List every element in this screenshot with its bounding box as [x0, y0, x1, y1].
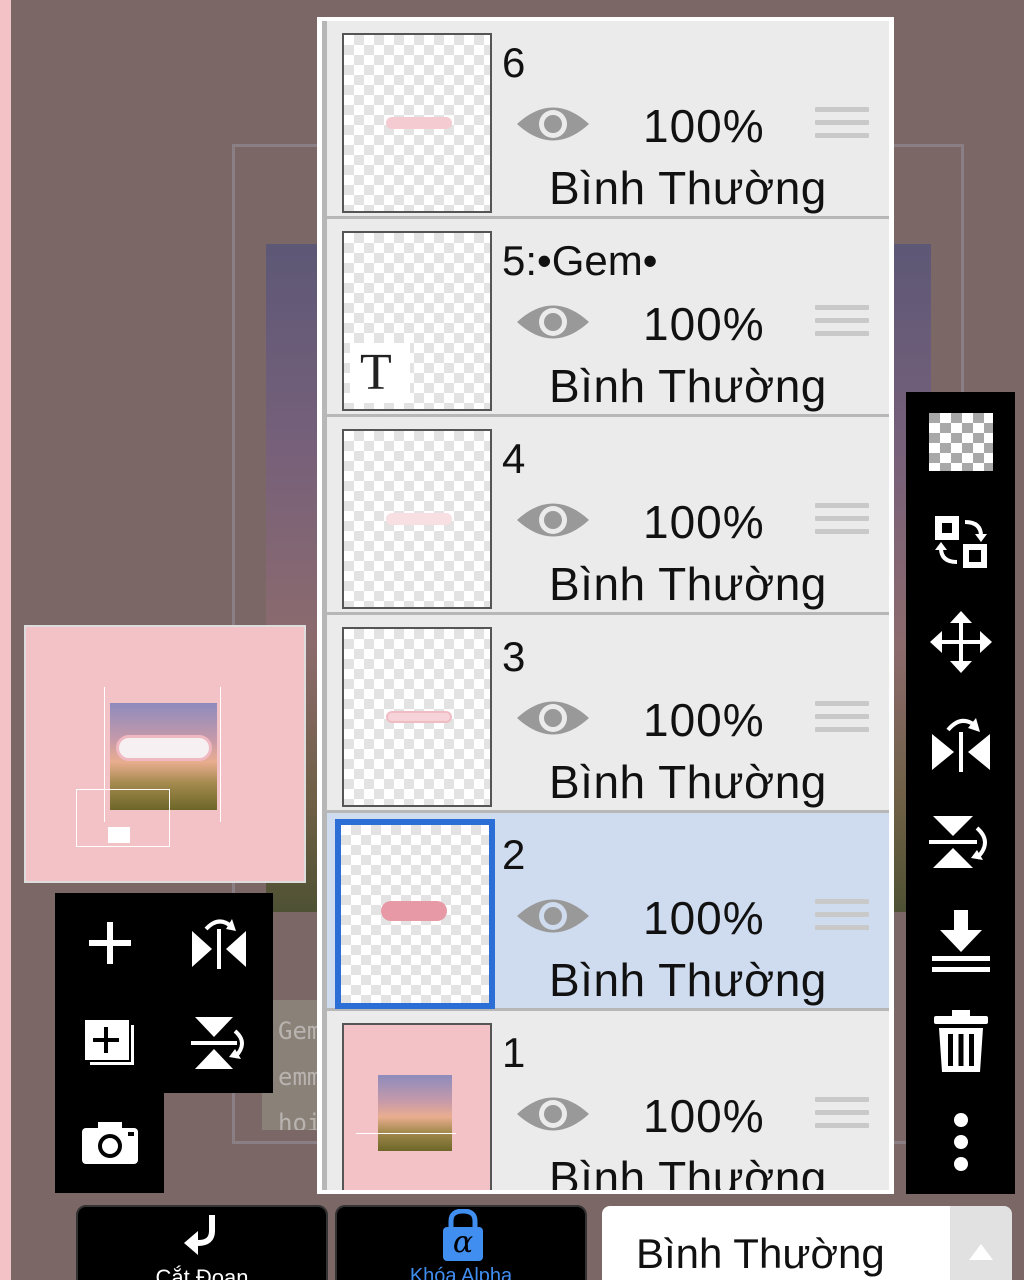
eye-icon[interactable] — [515, 299, 591, 345]
move-icon[interactable] — [906, 592, 1015, 692]
layer-blend-mode: Bình Thường — [549, 756, 827, 808]
drag-handle-icon[interactable] — [815, 503, 869, 543]
more-icon[interactable] — [906, 1092, 1015, 1192]
blend-mode-dropdown-button[interactable] — [950, 1206, 1012, 1280]
layer-blend-mode: Bình Thường — [549, 162, 827, 214]
layer-blend-mode: Bình Thường — [549, 360, 827, 412]
alpha-lock-button[interactable]: α Khóa Alpha — [335, 1205, 587, 1280]
layer-opacity[interactable]: 100% — [643, 495, 765, 549]
layer-row[interactable]: 3 100% Bình Thường — [327, 615, 889, 810]
guide-line — [220, 687, 221, 822]
drag-handle-icon[interactable] — [815, 305, 869, 345]
layer-row[interactable]: 6 100% Bình Thường — [327, 21, 889, 216]
navigator-preview[interactable] — [24, 625, 306, 883]
navigator-text-sticker — [116, 735, 212, 761]
clip-label: Cắt Đoạn — [155, 1265, 249, 1280]
layer-blend-mode: Bình Thường — [549, 558, 827, 610]
thumbnail-sticker — [381, 901, 447, 921]
thumbnail-photo — [378, 1075, 452, 1151]
layer-opacity[interactable]: 100% — [643, 693, 765, 747]
layer-row[interactable]: T 5:•Gem• 100% Bình Thường — [327, 219, 889, 414]
layer-name: 5:•Gem• — [502, 237, 658, 284]
flip-horizontal-icon[interactable] — [906, 692, 1015, 792]
blend-mode-value: Bình Thường — [636, 1230, 885, 1277]
canvas-text-line: hoic — [278, 1109, 322, 1130]
blend-mode-select[interactable]: Bình Thường — [602, 1206, 950, 1280]
layer-row-selected[interactable]: 2 100% Bình Thường — [327, 813, 889, 1009]
transparency-icon[interactable] — [906, 392, 1015, 492]
swap-layer-icon[interactable] — [906, 492, 1015, 592]
layer-name: 2 — [502, 831, 526, 878]
duplicate-layer-icon[interactable] — [55, 993, 164, 1093]
thumbnail-sticker — [386, 117, 452, 129]
trash-icon[interactable] — [906, 992, 1015, 1092]
eye-icon[interactable] — [515, 893, 591, 939]
thumbnail-sticker — [386, 711, 452, 723]
layer-thumbnail — [342, 627, 492, 807]
drag-handle-icon[interactable] — [815, 701, 869, 741]
layer-thumbnail: T — [342, 231, 492, 411]
drag-handle-icon[interactable] — [815, 1097, 869, 1137]
layer-blend-mode: Bình Thường — [549, 954, 827, 1006]
merge-down-icon[interactable] — [906, 892, 1015, 992]
alpha-lock-label: Khóa Alpha — [409, 1265, 513, 1280]
layer-thumbnail — [342, 1023, 492, 1190]
layer-name: 4 — [502, 435, 526, 482]
thumbnail-sticker — [386, 513, 452, 525]
canvas-text-line: emm — [278, 1063, 322, 1091]
layer-panel: 6 100% Bình Thường T 5:•Gem• 100% Bình T… — [317, 17, 894, 1194]
layer-name: 6 — [502, 39, 526, 86]
add-layer-icon[interactable] — [55, 893, 164, 993]
flip-horizontal-icon[interactable] — [164, 893, 273, 993]
quick-tools-panel — [55, 893, 273, 1093]
layer-name: 1 — [502, 1029, 526, 1076]
layer-row[interactable]: 1 100% Bình Thường — [327, 1011, 889, 1190]
layer-thumbnail — [335, 819, 495, 1009]
flip-vertical-icon[interactable] — [906, 792, 1015, 892]
chevron-up-icon — [969, 1244, 993, 1260]
alpha-symbol: α — [452, 1225, 474, 1260]
layer-tools-panel — [906, 392, 1015, 1194]
layer-opacity[interactable]: 100% — [643, 1089, 765, 1143]
eye-icon[interactable] — [515, 101, 591, 147]
clip-arrow-icon — [184, 1215, 215, 1255]
layer-opacity[interactable]: 100% — [643, 297, 765, 351]
layer-thumbnail — [342, 429, 492, 609]
layer-blend-mode: Bình Thường — [549, 1152, 827, 1190]
eye-icon[interactable] — [515, 1091, 591, 1137]
layer-name: 3 — [502, 633, 526, 680]
layer-row[interactable]: 4 100% Bình Thường — [327, 417, 889, 612]
flip-vertical-icon[interactable] — [164, 993, 273, 1093]
drag-handle-icon[interactable] — [815, 899, 869, 939]
quick-tools-panel-tail — [55, 1093, 164, 1193]
layer-opacity[interactable]: 100% — [643, 99, 765, 153]
eye-icon[interactable] — [515, 497, 591, 543]
drag-handle-icon[interactable] — [815, 107, 869, 147]
left-edge-strip — [0, 0, 11, 1280]
navigator-text-block — [108, 827, 130, 843]
eye-icon[interactable] — [515, 695, 591, 741]
text-layer-icon: T — [350, 343, 410, 403]
canvas-text-line: Gem — [278, 1017, 322, 1045]
guide-line — [356, 1133, 456, 1134]
layer-thumbnail — [342, 33, 492, 213]
layer-opacity[interactable]: 100% — [643, 891, 765, 945]
clip-button[interactable]: Cắt Đoạn — [76, 1205, 328, 1280]
camera-icon[interactable] — [55, 1093, 164, 1193]
